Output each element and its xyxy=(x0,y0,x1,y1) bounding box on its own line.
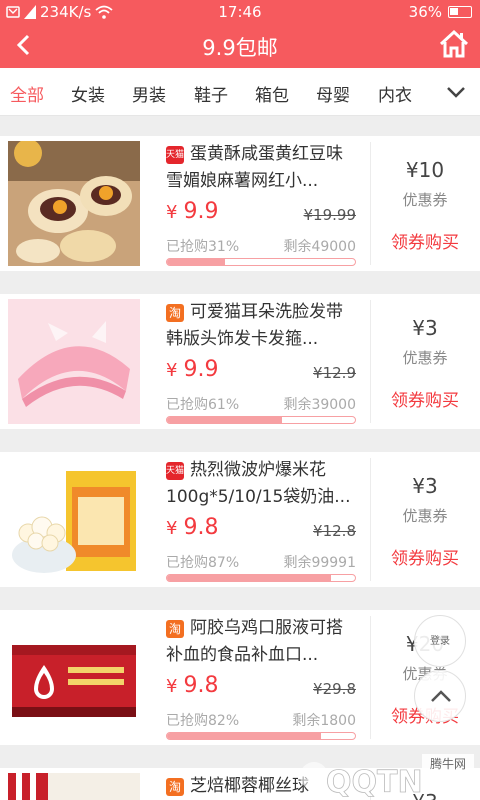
sold-percent: 已抢购82% xyxy=(166,713,240,729)
chevron-down-icon xyxy=(447,87,465,98)
original-price: ¥12.8 xyxy=(313,522,356,540)
svg-text:QQTN: QQTN xyxy=(326,765,423,798)
scroll-to-top-button[interactable] xyxy=(414,670,466,722)
progress-fill xyxy=(167,575,331,581)
tab-men[interactable]: 男装 xyxy=(132,81,166,106)
page-title: 9.9包邮 xyxy=(202,36,278,60)
coupon-value: ¥10 xyxy=(405,158,445,182)
tab-bags[interactable]: 箱包 xyxy=(255,81,289,106)
coupon-value: ¥3 xyxy=(412,316,438,340)
home-icon xyxy=(439,29,469,58)
original-price: ¥19.99 xyxy=(303,206,357,224)
coupon-value: ¥3 xyxy=(412,474,438,498)
sales-progress-bar xyxy=(166,258,356,266)
get-coupon-buy-button[interactable]: 领券购买 xyxy=(370,544,480,569)
tab-shoes[interactable]: 鞋子 xyxy=(194,81,228,106)
sales-progress-bar xyxy=(166,574,356,582)
app-header: 9.9包邮 xyxy=(0,24,480,68)
remaining-stock: 剩余39000 xyxy=(283,397,356,413)
original-price: ¥12.9 xyxy=(313,364,356,382)
coupon-label: 优惠券 xyxy=(402,349,448,367)
get-coupon-buy-button[interactable]: 领券购买 xyxy=(370,386,480,411)
product-card[interactable]: 淘 阿胶乌鸡口服液可搭补血的食品补血口... ¥9.8 ¥29.8 已抢购82%… xyxy=(0,610,480,745)
svg-text:腾牛网: 腾牛网 xyxy=(430,756,466,771)
expand-tabs-button[interactable] xyxy=(446,84,466,100)
login-floating-button[interactable]: 登录 xyxy=(414,615,466,667)
remaining-stock: 剩余1800 xyxy=(292,713,356,729)
tab-women[interactable]: 女装 xyxy=(71,81,105,106)
product-price: ¥9.9 xyxy=(166,357,219,382)
status-bar: 234K/s 17:46 36% xyxy=(0,0,480,24)
tab-baby[interactable]: 母婴 xyxy=(316,81,350,106)
product-image-egg-yolk-pastry[interactable] xyxy=(8,141,140,266)
remaining-stock: 剩余99991 xyxy=(283,555,356,571)
product-price: ¥9.8 xyxy=(166,673,219,698)
product-card[interactable]: 天猫 蛋黄酥咸蛋黄红豆味雪媚娘麻薯网红小... ¥9.9 ¥19.99 已抢购3… xyxy=(0,136,480,271)
site-watermark: 腾牛网 QQTN xyxy=(296,752,474,800)
product-card[interactable]: 天猫 热烈微波炉爆米花100g*5/10/15袋奶油... ¥9.8 ¥12.8… xyxy=(0,452,480,587)
chevron-up-icon xyxy=(431,690,451,702)
product-title[interactable]: 阿胶乌鸡口服液可搭补血的食品补血口... xyxy=(166,615,358,671)
product-image-coconut-balls[interactable] xyxy=(8,773,140,800)
product-title[interactable]: 蛋黄酥咸蛋黄红豆味雪媚娘麻薯网红小... xyxy=(166,141,358,197)
product-image-popcorn[interactable] xyxy=(8,457,140,582)
product-image-cat-ear-headband[interactable] xyxy=(8,299,140,424)
sold-percent: 已抢购87% xyxy=(166,555,240,571)
coupon-label: 优惠券 xyxy=(402,191,448,209)
product-image-oral-liquid[interactable] xyxy=(8,615,140,740)
category-tabs: 全部 女装 男装 鞋子 箱包 母婴 内衣 xyxy=(0,68,480,116)
tab-all[interactable]: 全部 xyxy=(10,81,44,106)
home-button[interactable] xyxy=(438,28,470,60)
battery-icon xyxy=(448,6,472,18)
tab-underwear[interactable]: 内衣 xyxy=(378,81,412,106)
coupon-label: 优惠券 xyxy=(402,507,448,525)
original-price: ¥29.8 xyxy=(313,680,356,698)
product-price: ¥9.9 xyxy=(166,199,219,224)
sales-progress-bar xyxy=(166,416,356,424)
product-title[interactable]: 可爱猫耳朵洗脸发带韩版头饰发卡发箍... xyxy=(166,299,358,355)
sales-progress-bar xyxy=(166,732,356,740)
progress-fill xyxy=(167,259,226,265)
product-card[interactable]: 淘 可爱猫耳朵洗脸发带韩版头饰发卡发箍... ¥9.9 ¥12.9 已抢购61%… xyxy=(0,294,480,429)
sold-percent: 已抢购61% xyxy=(166,397,240,413)
get-coupon-buy-button[interactable]: 领券购买 xyxy=(370,228,480,253)
progress-fill xyxy=(167,733,322,739)
product-price: ¥9.8 xyxy=(166,515,219,540)
battery-percent: 36% xyxy=(408,3,442,21)
remaining-stock: 剩余49000 xyxy=(283,239,356,255)
progress-fill xyxy=(167,417,282,423)
sold-percent: 已抢购31% xyxy=(166,239,240,255)
product-title[interactable]: 热烈微波炉爆米花100g*5/10/15袋奶油... xyxy=(166,457,358,513)
